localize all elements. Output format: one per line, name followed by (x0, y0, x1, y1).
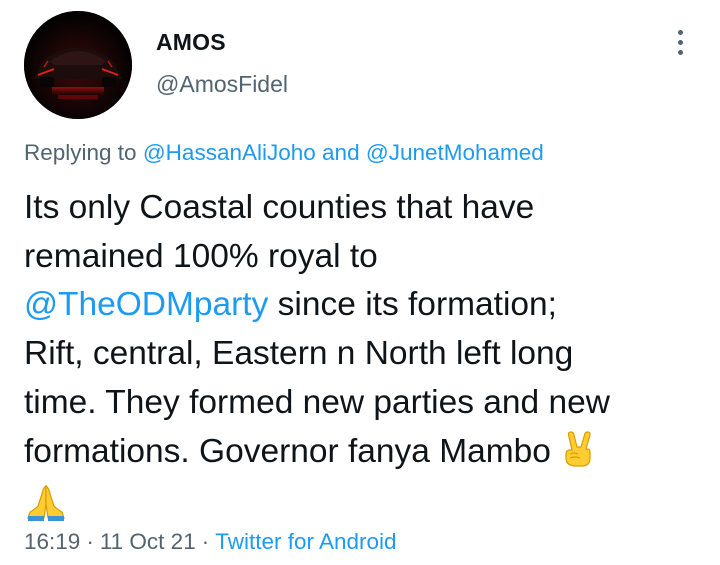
tweet-line-text: formations. Governor fanya Mambo (24, 432, 551, 470)
tweet-time[interactable]: 16:19 (24, 529, 80, 554)
replying-to: Replying to @HassanAliJoho and @JunetMoh… (24, 140, 544, 166)
dot (677, 49, 683, 55)
tweet-meta: 16:19 · 11 Oct 21 · Twitter for Android (24, 529, 397, 555)
tweet-line-rest: since its formation; (268, 286, 557, 324)
tweet-line: time. They formed new parties and new (24, 383, 610, 421)
tweet-line: @TheODMparty since its formation; (24, 281, 704, 330)
avatar[interactable] (24, 11, 132, 119)
display-name[interactable]: AMOS (156, 29, 226, 56)
meta-separator: · (86, 529, 94, 554)
tweet: AMOS @AmosFidel Replying to @HassanAliJo… (0, 0, 720, 565)
dot (677, 29, 683, 35)
tweet-date[interactable]: 11 Oct 21 (100, 529, 196, 554)
more-vertical-icon[interactable] (664, 24, 696, 60)
dot (677, 39, 683, 45)
tweet-line: formations. Governor fanya Mambo (24, 428, 704, 483)
mention-link-hassanalijoho[interactable]: @HassanAliJoho (143, 140, 316, 165)
replying-prefix: Replying to (24, 140, 137, 165)
tweet-text: Its only Coastal counties that have rema… (24, 184, 704, 537)
tweet-source-link[interactable]: Twitter for Android (215, 529, 396, 554)
tweet-line: remained 100% royal to (24, 237, 378, 275)
tweet-line: Its only Coastal counties that have (24, 189, 535, 226)
mention-link-junetmohamed[interactable]: @JunetMohamed (366, 140, 544, 165)
red-sports-car-icon (24, 11, 132, 119)
victory-hand-emoji-icon (560, 428, 596, 483)
tweet-line: Rift, central, Eastern n North left long (24, 335, 574, 373)
replying-joiner[interactable]: and (322, 140, 360, 165)
user-handle[interactable]: @AmosFidel (156, 71, 288, 98)
meta-separator: · (201, 529, 210, 554)
mention-link-theodmparty[interactable]: @TheODMparty (24, 286, 268, 323)
